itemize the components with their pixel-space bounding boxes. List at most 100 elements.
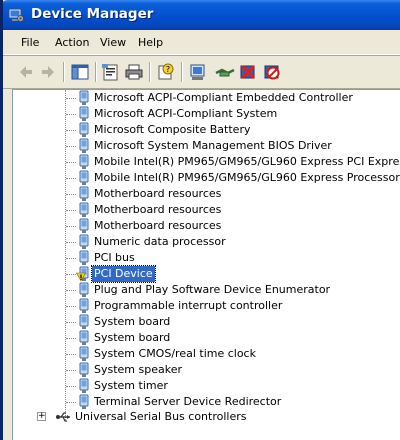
uninstall-button[interactable]	[237, 63, 259, 81]
help-icon: ?	[158, 63, 174, 80]
toolbar-separator	[95, 62, 96, 82]
tree-device-label: Motherboard resources	[94, 203, 222, 216]
tree-device-label: Programmable interrupt controller	[94, 299, 283, 312]
update-driver-button[interactable]	[214, 63, 236, 81]
menu-action[interactable]: Action	[55, 36, 89, 49]
system-device-icon	[79, 250, 89, 265]
tree-device-item[interactable]: Numeric data processor	[13, 234, 400, 250]
title-bar[interactable]: Device Manager	[3, 0, 400, 30]
tree-connector-line	[66, 322, 76, 323]
tree-device-item[interactable]: System timer	[13, 378, 400, 394]
tree-device-label: PCI Device	[91, 265, 156, 283]
system-device-icon	[79, 122, 89, 137]
system-device-icon	[79, 394, 89, 409]
menu-help[interactable]: Help	[138, 36, 163, 49]
device-tree[interactable]: Microsoft ACPI-Compliant Embedded Contro…	[12, 89, 400, 440]
tree-connector-line	[66, 130, 76, 131]
tree-device-item[interactable]: Microsoft ACPI-Compliant System	[13, 106, 400, 122]
disable-button[interactable]	[261, 63, 283, 81]
show-hide-console-tree-button[interactable]	[69, 63, 91, 81]
expand-toggle[interactable]: +	[37, 412, 46, 421]
system-device-icon	[79, 346, 89, 361]
tree-device-label: Motherboard resources	[94, 187, 222, 200]
system-device-icon	[79, 138, 89, 153]
system-device-icon	[79, 314, 89, 329]
tree-device-item[interactable]: Terminal Server Device Redirector	[13, 394, 400, 410]
back-arrow-icon	[20, 66, 32, 78]
menu-view[interactable]: View	[100, 36, 126, 49]
properties-button[interactable]	[100, 63, 122, 81]
tree-device-label: System speaker	[94, 363, 183, 376]
toolbar-separator	[63, 62, 64, 82]
tree-device-item[interactable]: Motherboard resources	[13, 186, 400, 202]
forward-button[interactable]	[37, 63, 59, 81]
tree-device-item[interactable]: PCI bus	[13, 250, 400, 266]
disable-icon	[264, 65, 280, 80]
system-device-icon	[79, 186, 89, 201]
system-device-icon	[79, 202, 89, 217]
properties-icon	[102, 64, 118, 81]
tree-device-item[interactable]: Mobile Intel(R) PM965/GM965/GL960 Expres…	[13, 154, 400, 170]
help-button[interactable]: ?	[155, 63, 177, 81]
tree-device-item[interactable]: Microsoft ACPI-Compliant Embedded Contro…	[13, 90, 400, 106]
tree-device-item[interactable]: Motherboard resources	[13, 218, 400, 234]
tree-device-label: Microsoft ACPI-Compliant Embedded Contro…	[94, 91, 353, 104]
tree-device-label: Terminal Server Device Redirector	[94, 395, 282, 408]
system-device-icon	[79, 106, 89, 121]
device-manager-window: Device Manager File Action View Help ? M…	[0, 0, 400, 440]
tree-device-item[interactable]: Mobile Intel(R) PM965/GM965/GL960 Expres…	[13, 170, 400, 186]
tree-connector-line	[66, 354, 76, 355]
print-button[interactable]	[123, 63, 145, 81]
tree-device-label: Microsoft Composite Battery	[94, 123, 251, 136]
tree-device-item[interactable]: System CMOS/real time clock	[13, 346, 400, 362]
tree-category-label: Universal Serial Bus controllers	[75, 410, 247, 423]
svg-text:?: ?	[166, 65, 170, 74]
system-device-icon	[79, 282, 89, 297]
tree-category-usb[interactable]: + Universal Serial Bus controllers	[13, 409, 400, 425]
tree-connector-line	[66, 114, 76, 115]
forward-arrow-icon	[42, 66, 54, 78]
tree-connector-line	[66, 194, 76, 195]
tree-device-label: Mobile Intel(R) PM965/GM965/GL960 Expres…	[94, 155, 400, 168]
device-manager-icon	[8, 8, 24, 22]
update-driver-icon	[215, 68, 235, 77]
warning-device-icon	[76, 266, 89, 282]
tree-device-label: Numeric data processor	[94, 235, 226, 248]
menu-bar: File Action View Help	[3, 32, 400, 55]
tree-device-item[interactable]: Programmable interrupt controller	[13, 298, 400, 314]
tree-device-item[interactable]: PCI Device	[13, 265, 400, 283]
uninstall-icon	[240, 64, 256, 80]
tree-device-item[interactable]: System board	[13, 314, 400, 330]
toolbar: ?	[3, 56, 400, 89]
tree-connector-line	[66, 274, 76, 275]
menu-file[interactable]: File	[21, 36, 39, 49]
tree-device-item[interactable]: System speaker	[13, 362, 400, 378]
system-device-icon	[79, 298, 89, 313]
tree-device-label: Microsoft System Management BIOS Driver	[94, 139, 332, 152]
usb-icon	[56, 412, 70, 422]
back-button[interactable]	[15, 63, 37, 81]
system-device-icon	[79, 170, 89, 185]
tree-device-label: Microsoft ACPI-Compliant System	[94, 107, 278, 120]
tree-connector-line	[66, 178, 76, 179]
tree-connector-line	[66, 258, 76, 259]
tree-connector-line	[66, 306, 76, 307]
tree-device-label: System board	[94, 315, 171, 328]
tree-connector-line	[66, 210, 76, 211]
tree-device-item[interactable]: Microsoft System Management BIOS Driver	[13, 138, 400, 154]
tree-connector-line	[66, 242, 76, 243]
system-device-icon	[79, 154, 89, 169]
tree-connector-line	[66, 98, 76, 99]
console-tree-icon	[71, 64, 89, 80]
tree-device-item[interactable]: System board	[13, 330, 400, 346]
tree-device-label: System CMOS/real time clock	[94, 347, 256, 360]
tree-connector-line	[66, 146, 76, 147]
tree-connector-line	[66, 162, 76, 163]
scan-hardware-changes-button[interactable]	[187, 63, 209, 81]
tree-device-item[interactable]: Plug and Play Software Device Enumerator	[13, 282, 400, 298]
tree-device-label: System board	[94, 331, 171, 344]
tree-device-label: Motherboard resources	[94, 219, 222, 232]
tree-device-item[interactable]: Microsoft Composite Battery	[13, 122, 400, 138]
tree-device-item[interactable]: Motherboard resources	[13, 202, 400, 218]
scan-hardware-icon	[190, 64, 205, 80]
